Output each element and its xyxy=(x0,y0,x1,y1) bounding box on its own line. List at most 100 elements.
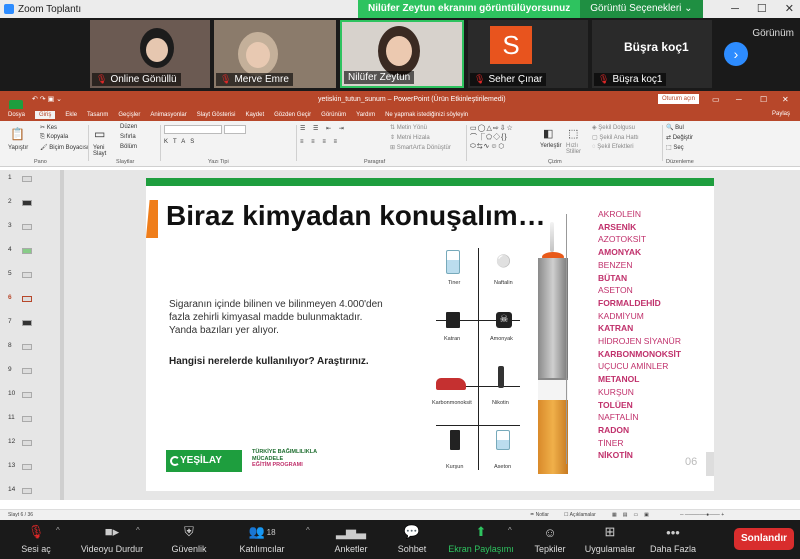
polls-button[interactable]: ▂▅▃ Anketler xyxy=(328,522,374,554)
chemical-item: KATRAN xyxy=(598,323,634,334)
tab-insert[interactable]: Ekle xyxy=(65,112,77,118)
minimize-icon[interactable]: ─ xyxy=(731,0,739,18)
slide: Biraz kimyadan konuşalım… Sigaranın için… xyxy=(146,178,714,491)
zoom-slider[interactable]: ─ ──────●─── + xyxy=(680,512,724,518)
quick-styles-icon[interactable]: ⬚ xyxy=(568,127,578,140)
comments-button[interactable]: ☐ Açıklamalar xyxy=(564,512,596,518)
quick-access-icons[interactable]: ↶ ↷ ▣ ⌄ xyxy=(32,95,62,103)
shape-fill-button[interactable]: ◈ Şekil Dolgusu xyxy=(592,124,635,131)
slide-thumb[interactable]: 7 xyxy=(8,318,12,325)
participant-tile[interactable]: S 🎙 Seher Çınar xyxy=(468,20,588,88)
smartart-button[interactable]: ⊞ SmartArt'a Dönüştür xyxy=(390,144,451,151)
layout-button[interactable]: Düzen xyxy=(120,124,137,130)
participants-button[interactable]: 👥 18 Katılımcılar xyxy=(226,522,298,554)
slide-thumb[interactable]: 2 xyxy=(8,198,12,205)
maximize-icon[interactable]: ☐ xyxy=(757,0,767,18)
view-button[interactable]: Görünüm xyxy=(752,28,794,39)
shape-effects-button[interactable]: ◌ Şekil Efektleri xyxy=(592,144,634,150)
tab-help[interactable]: Yardım xyxy=(356,112,375,118)
shape-outline-button[interactable]: ▢ Şekil Ana Hattı xyxy=(592,134,639,141)
arrange-icon[interactable]: ◧ xyxy=(543,127,553,140)
paste-button[interactable]: Yapıştır xyxy=(8,145,28,151)
naphthalene-icon: ⚪ xyxy=(496,254,511,268)
view-options-button[interactable]: Görüntü Seçenekleri ⌄ xyxy=(580,0,703,18)
more-button[interactable]: ••• Daha Fazla xyxy=(648,522,698,555)
share-screen-button[interactable]: ⬆ Ekran Paylaşımı xyxy=(446,522,516,554)
ribbon-display-icon[interactable]: ▭ xyxy=(712,95,720,104)
text-direction-button[interactable]: ⇅ Metin Yönü xyxy=(390,124,427,131)
reactions-button[interactable]: ☺ Tepkiler xyxy=(528,522,572,555)
slide-thumb[interactable]: 14 xyxy=(8,486,15,493)
slide-thumb[interactable]: 8 xyxy=(8,342,12,349)
cigarette-filter xyxy=(538,400,568,474)
participant-tile[interactable]: 🎙 Merve Emre xyxy=(214,20,336,88)
find-button[interactable]: 🔍 Bul xyxy=(666,124,684,131)
tab-record[interactable]: Kaydet xyxy=(245,112,264,118)
share-options-caret[interactable]: ^ xyxy=(508,526,512,535)
tell-me-search[interactable]: Ne yapmak istediğinizi söyleyin xyxy=(385,112,468,118)
participants-options-caret[interactable]: ^ xyxy=(306,526,310,535)
font-format-buttons[interactable]: KTAS xyxy=(164,139,199,145)
quick-styles-button[interactable]: Hızlı Stiller xyxy=(566,143,584,155)
slide-thumb[interactable]: 10 xyxy=(8,390,15,397)
replace-button[interactable]: ⇄ Değiştir xyxy=(666,134,693,141)
list-buttons[interactable]: ☰ ☰ ⇤ ⇥ xyxy=(300,125,347,132)
font-size-select[interactable] xyxy=(224,125,246,134)
tab-design[interactable]: Tasarım xyxy=(87,112,108,118)
share-banner: Nilüfer Zeytun ekranını görüntülüyorsunu… xyxy=(358,0,703,18)
tab-home[interactable]: Giriş xyxy=(35,111,56,119)
end-meeting-button[interactable]: Sonlandır xyxy=(734,528,794,550)
next-page-button[interactable]: › xyxy=(724,42,748,66)
notes-button[interactable]: ≐ Notlar xyxy=(530,512,549,518)
participant-name: Nilüfer Zeytun xyxy=(348,72,411,83)
new-slide-icon[interactable]: ▭ xyxy=(94,127,105,141)
smoke xyxy=(550,222,554,252)
slide-thumb[interactable]: 11 xyxy=(8,414,15,421)
signin-button[interactable]: Oturum açın xyxy=(658,94,700,104)
align-buttons[interactable]: ≡ ≡ ≡ ≡ xyxy=(300,139,340,145)
share-button[interactable]: Paylaş xyxy=(772,111,790,117)
slide-thumb[interactable]: 12 xyxy=(8,438,15,445)
tab-view[interactable]: Görünüm xyxy=(321,112,346,118)
tab-file[interactable]: Dosya xyxy=(8,112,25,118)
font-name-select[interactable] xyxy=(164,125,222,134)
participant-tile-active-speaker[interactable]: Nilüfer Zeytun xyxy=(340,20,464,88)
ppt-close-icon[interactable]: ✕ xyxy=(782,95,789,104)
tab-animations[interactable]: Animasyonlar xyxy=(150,112,186,118)
participant-tile[interactable]: 🎙 Online Gönüllü xyxy=(90,20,210,88)
icon-label: Naftalin xyxy=(494,280,513,286)
video-options-caret[interactable]: ^ xyxy=(136,526,140,535)
paste-icon[interactable]: 📋 xyxy=(10,127,25,141)
slide-thumb[interactable]: 9 xyxy=(8,366,12,373)
cut-button[interactable]: ✂ Kes xyxy=(40,124,57,131)
tab-slideshow[interactable]: Slayt Gösterisi xyxy=(197,112,236,118)
reset-button[interactable]: Sıfırla xyxy=(120,134,136,140)
new-slide-button[interactable]: Yeni Slayt xyxy=(93,145,113,157)
view-buttons[interactable]: ▦▤▭▣ xyxy=(612,512,655,518)
security-button[interactable]: ⛨ Güvenlik xyxy=(164,522,214,554)
slide-thumb[interactable]: 5 xyxy=(8,270,12,277)
unmute-button[interactable]: 🎙 Sesi aç xyxy=(18,522,54,554)
participant-tile[interactable]: Büşra koç1 🎙 Büşra koç1 xyxy=(592,20,712,88)
ppt-maximize-icon[interactable]: ☐ xyxy=(760,95,767,104)
section-button[interactable]: Bölüm xyxy=(120,144,137,150)
slide-thumb[interactable]: 3 xyxy=(8,222,12,229)
tab-transitions[interactable]: Geçişler xyxy=(118,112,140,118)
select-button[interactable]: ⬚ Seç xyxy=(666,144,684,151)
tab-review[interactable]: Gözden Geçir xyxy=(274,112,311,118)
clipboard-group-label: Pano xyxy=(34,159,47,165)
arrange-button[interactable]: Yerleştir xyxy=(540,143,561,149)
close-icon[interactable]: ✕ xyxy=(785,0,794,18)
slide-thumb[interactable]: 13 xyxy=(8,462,15,469)
align-text-button[interactable]: ⇕ Metni Hizala xyxy=(390,134,430,141)
slide-thumb[interactable]: 1 xyxy=(8,174,12,181)
slide-thumb-selected[interactable]: 6 xyxy=(8,294,12,301)
format-painter-button[interactable]: 🖌 Biçim Boyacısı xyxy=(40,144,89,151)
copy-button[interactable]: ⎘ Kopyala xyxy=(40,134,68,141)
chat-button[interactable]: 💬 Sohbet xyxy=(390,522,434,554)
slide-thumb[interactable]: 4 xyxy=(8,246,12,253)
apps-button[interactable]: ⊞ Uygulamalar xyxy=(582,522,638,554)
ppt-minimize-icon[interactable]: ─ xyxy=(736,95,742,104)
audio-options-caret[interactable]: ^ xyxy=(56,526,60,535)
shapes-gallery[interactable]: ▭◯△⇨⇩☆ ⌒⎾⬠◇{} ⬭⇆∿☺⬡ xyxy=(470,124,514,151)
